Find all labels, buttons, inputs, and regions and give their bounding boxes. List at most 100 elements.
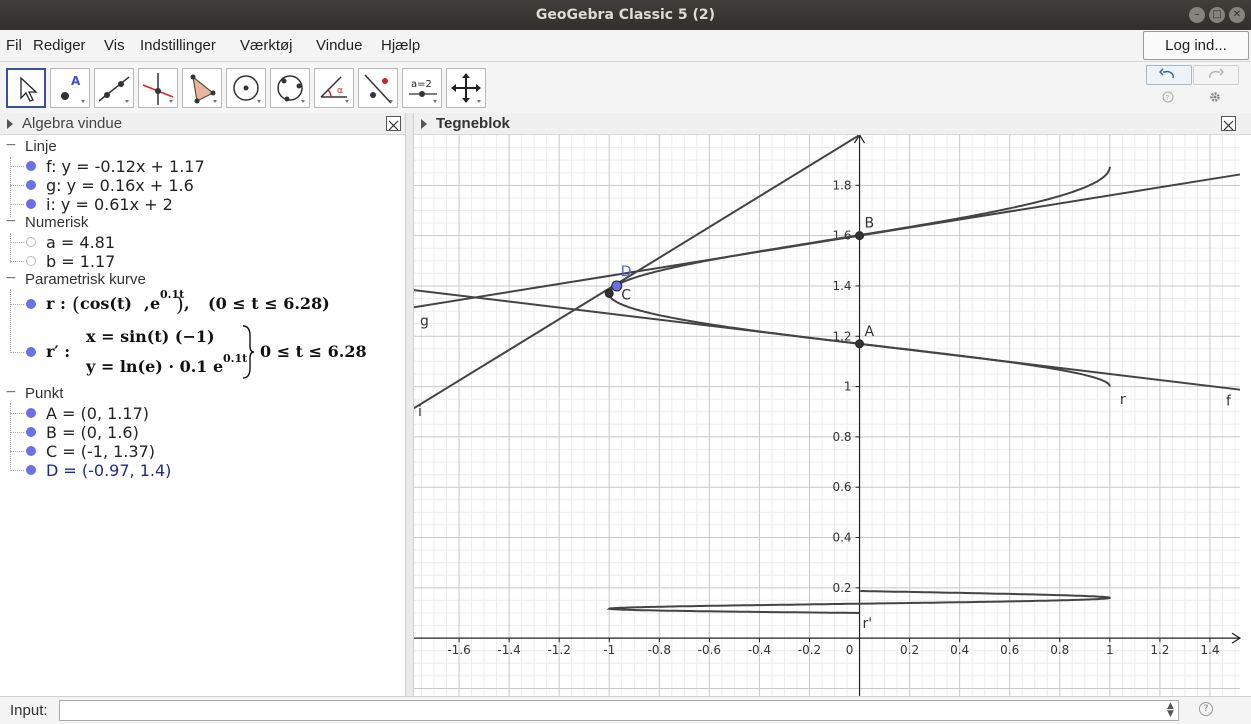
line-label-f: f bbox=[1226, 394, 1232, 410]
visibility-toggle-f[interactable] bbox=[26, 161, 36, 171]
graphics-title: Tegneblok bbox=[436, 115, 510, 132]
circle-three-points-icon bbox=[277, 75, 305, 103]
close-graphics-icon[interactable] bbox=[1221, 116, 1236, 131]
close-icon[interactable]: ✕ bbox=[1229, 7, 1245, 23]
visibility-toggle-i[interactable] bbox=[26, 199, 36, 209]
move-graphics-tool-button[interactable] bbox=[446, 68, 486, 108]
slider-icon: a=2 bbox=[409, 79, 437, 103]
menu-hjaelp[interactable]: Hjælp bbox=[381, 37, 420, 54]
y-tick-label: 0.6 bbox=[832, 480, 851, 494]
angle-icon: α bbox=[320, 76, 349, 103]
number-b[interactable]: b = 1.17 bbox=[46, 252, 115, 271]
help-icon[interactable]: ? bbox=[1162, 91, 1174, 103]
point-D-definition[interactable]: D = (-0.97, 1.4) bbox=[46, 461, 171, 480]
visibility-toggle-B[interactable] bbox=[26, 427, 36, 437]
curve-r-prime-label: r' bbox=[863, 616, 873, 632]
number-a[interactable]: a = 4.81 bbox=[46, 233, 115, 252]
point-B-definition[interactable]: B = (0, 1.6) bbox=[46, 423, 139, 442]
circle-tool-button[interactable] bbox=[226, 68, 266, 108]
graphics-canvas[interactable]: -1.6 -1.4 -1.2 -1 -0.8 -0.6 -0.4 -0.2 0 0.2 0.4 0.6… bbox=[414, 135, 1251, 696]
move-tool-button[interactable] bbox=[6, 68, 46, 108]
slider-tool-button[interactable]: a=2 bbox=[402, 68, 442, 108]
menu-indstillinger[interactable]: Indstillinger bbox=[140, 37, 216, 54]
point-A-definition[interactable]: A = (0, 1.17) bbox=[46, 404, 149, 423]
panel-splitter[interactable] bbox=[405, 113, 414, 696]
menu-vindue[interactable]: Vindue bbox=[316, 37, 362, 54]
input-history-icon[interactable]: ▲ ▼ bbox=[1167, 702, 1174, 719]
x-tick-label: 0.4 bbox=[950, 643, 969, 657]
x-tick-label: 0.8 bbox=[1050, 643, 1069, 657]
point-B bbox=[855, 231, 865, 241]
x-tick-label: -0.4 bbox=[748, 643, 771, 657]
line-i bbox=[414, 135, 862, 410]
x-tick-label: -1 bbox=[603, 643, 615, 657]
close-algebra-icon[interactable] bbox=[386, 116, 401, 131]
category-punkt: Punkt bbox=[25, 385, 64, 402]
visibility-toggle-a[interactable] bbox=[26, 237, 36, 247]
svg-text:?: ? bbox=[1166, 94, 1170, 102]
maximize-icon[interactable]: □ bbox=[1209, 7, 1225, 23]
input-field[interactable] bbox=[59, 700, 1179, 721]
visibility-toggle-A[interactable] bbox=[26, 408, 36, 418]
algebra-header: Algebra vindue bbox=[0, 113, 405, 135]
visibility-toggle-g[interactable] bbox=[26, 180, 36, 190]
menu-rediger[interactable]: Rediger bbox=[33, 37, 86, 54]
menu-bar: Fil Rediger Vis Indstillinger Værktøj Vi… bbox=[0, 30, 1251, 61]
visibility-toggle-C[interactable] bbox=[26, 446, 36, 456]
line-f-definition[interactable]: f: y = -0.12x + 1.17 bbox=[46, 157, 205, 176]
expand-arrow-icon[interactable] bbox=[7, 119, 13, 129]
collapse-numerisk-icon[interactable]: − bbox=[5, 213, 17, 229]
point-label-C: C bbox=[621, 287, 631, 303]
collapse-linje-icon[interactable]: − bbox=[5, 137, 17, 153]
svg-text:A: A bbox=[71, 74, 81, 88]
angle-tool-button[interactable]: α bbox=[314, 68, 354, 108]
move-arrows-icon bbox=[451, 73, 481, 103]
point-C-definition[interactable]: C = (-1, 1.37) bbox=[46, 442, 155, 461]
point-C bbox=[604, 288, 614, 298]
line-g-definition[interactable]: g: y = 0.16x + 1.6 bbox=[46, 176, 194, 195]
x-tick-label: -0.8 bbox=[648, 643, 671, 657]
y-tick-label: 1.8 bbox=[832, 178, 851, 192]
toolbar: A α a=2 ? bbox=[0, 61, 1251, 113]
perpendicular-tool-button[interactable] bbox=[138, 68, 178, 108]
redo-button[interactable] bbox=[1193, 65, 1239, 85]
redo-icon bbox=[1209, 68, 1224, 79]
category-numerisk: Numerisk bbox=[25, 214, 89, 231]
minimize-icon[interactable]: – bbox=[1189, 7, 1205, 23]
menu-fil[interactable]: Fil bbox=[6, 37, 22, 54]
visibility-toggle-D[interactable] bbox=[26, 465, 36, 475]
line-label-i: i bbox=[418, 404, 422, 420]
x-tick-label: 1.2 bbox=[1150, 643, 1169, 657]
visibility-toggle-r-prime[interactable] bbox=[26, 347, 36, 357]
y-tick-label: 0.2 bbox=[832, 581, 851, 595]
x-tick-label: 1 bbox=[1106, 643, 1114, 657]
x-tick-label: -1.2 bbox=[547, 643, 570, 657]
visibility-toggle-b[interactable] bbox=[26, 256, 36, 266]
input-help-icon[interactable]: ? bbox=[1199, 702, 1213, 716]
expand-arrow-icon[interactable] bbox=[421, 119, 427, 129]
point-tool-button[interactable]: A bbox=[50, 68, 90, 108]
undo-button[interactable] bbox=[1146, 65, 1192, 85]
polygon-tool-button[interactable] bbox=[182, 68, 222, 108]
line-icon bbox=[98, 76, 130, 103]
x-tick-label: -1.6 bbox=[447, 643, 470, 657]
svg-text:a=2: a=2 bbox=[411, 79, 432, 90]
x-tick-label: -0.6 bbox=[698, 643, 721, 657]
conic-tool-button[interactable] bbox=[270, 68, 310, 108]
line-g bbox=[414, 173, 1241, 309]
gear-icon[interactable] bbox=[1209, 91, 1221, 103]
menu-vis[interactable]: Vis bbox=[104, 37, 125, 54]
cursor-arrow-icon bbox=[20, 76, 38, 102]
x-tick-label: 1.4 bbox=[1200, 643, 1219, 657]
collapse-parametrisk-icon[interactable]: − bbox=[5, 270, 17, 286]
point-D bbox=[611, 280, 623, 292]
reflect-tool-button[interactable] bbox=[358, 68, 398, 108]
input-label: Input: bbox=[10, 702, 48, 719]
line-i-definition[interactable]: i: y = 0.61x + 2 bbox=[46, 195, 173, 214]
line-tool-button[interactable] bbox=[94, 68, 134, 108]
visibility-toggle-r[interactable] bbox=[26, 299, 36, 309]
perpendicular-line-icon bbox=[142, 73, 174, 105]
login-button[interactable]: Log ind... bbox=[1143, 31, 1249, 60]
menu-vaerktoej[interactable]: Værktøj bbox=[240, 37, 293, 54]
collapse-punkt-icon[interactable]: − bbox=[5, 384, 17, 400]
